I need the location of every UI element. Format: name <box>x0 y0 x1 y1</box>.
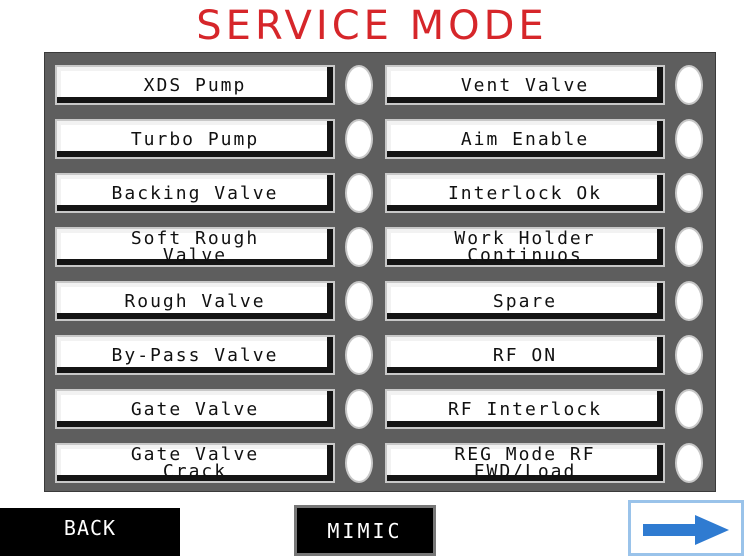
status-indicator <box>345 65 373 105</box>
status-indicator <box>345 389 373 429</box>
control-row: RF ON <box>385 331 705 385</box>
status-indicator <box>345 119 373 159</box>
turbo-pump-button[interactable]: Turbo Pump <box>55 119 335 159</box>
status-indicator <box>345 227 373 267</box>
left-column: XDS Pump Turbo Pump Backing Valve Soft R… <box>55 61 375 493</box>
control-row: Soft Rough Valve <box>55 223 375 277</box>
rf-on-button[interactable]: RF ON <box>385 335 665 375</box>
control-row: REG Mode RF FWD/Load <box>385 439 705 493</box>
aim-enable-button[interactable]: Aim Enable <box>385 119 665 159</box>
right-arrow-icon <box>643 515 729 545</box>
status-indicator <box>345 173 373 213</box>
vent-valve-button[interactable]: Vent Valve <box>385 65 665 105</box>
status-indicator <box>675 119 703 159</box>
gate-valve-crack-button[interactable]: Gate Valve Crack <box>55 443 335 483</box>
rough-valve-button[interactable]: Rough Valve <box>55 281 335 321</box>
back-button[interactable]: BACK <box>0 508 180 556</box>
control-row: Interlock Ok <box>385 169 705 223</box>
next-button[interactable] <box>628 500 744 556</box>
backing-valve-button[interactable]: Backing Valve <box>55 173 335 213</box>
status-indicator <box>675 389 703 429</box>
status-indicator <box>345 443 373 483</box>
right-column: Vent Valve Aim Enable Interlock Ok Work … <box>385 61 705 493</box>
control-row: XDS Pump <box>55 61 375 115</box>
status-indicator <box>675 65 703 105</box>
status-indicator <box>675 173 703 213</box>
control-row: Work Holder Continuos <box>385 223 705 277</box>
status-indicator <box>345 335 373 375</box>
gate-valve-button[interactable]: Gate Valve <box>55 389 335 429</box>
xds-pump-button[interactable]: XDS Pump <box>55 65 335 105</box>
status-indicator <box>675 335 703 375</box>
rf-interlock-button[interactable]: RF Interlock <box>385 389 665 429</box>
control-row: Gate Valve <box>55 385 375 439</box>
status-indicator <box>675 227 703 267</box>
control-row: Backing Valve <box>55 169 375 223</box>
control-row: Spare <box>385 277 705 331</box>
page-title: SERVICE MODE <box>196 3 548 49</box>
soft-rough-valve-button[interactable]: Soft Rough Valve <box>55 227 335 267</box>
interlock-ok-button[interactable]: Interlock Ok <box>385 173 665 213</box>
mimic-button[interactable]: MIMIC <box>294 505 436 556</box>
work-holder-continuos-button[interactable]: Work Holder Continuos <box>385 227 665 267</box>
status-indicator <box>345 281 373 321</box>
control-row: Turbo Pump <box>55 115 375 169</box>
control-row: By-Pass Valve <box>55 331 375 385</box>
control-row: Aim Enable <box>385 115 705 169</box>
status-indicator <box>675 443 703 483</box>
control-row: Rough Valve <box>55 277 375 331</box>
reg-mode-rf-button[interactable]: REG Mode RF FWD/Load <box>385 443 665 483</box>
control-row: Gate Valve Crack <box>55 439 375 493</box>
by-pass-valve-button[interactable]: By-Pass Valve <box>55 335 335 375</box>
control-panel: XDS Pump Turbo Pump Backing Valve Soft R… <box>44 52 716 492</box>
status-indicator <box>675 281 703 321</box>
control-row: Vent Valve <box>385 61 705 115</box>
spare-button[interactable]: Spare <box>385 281 665 321</box>
control-row: RF Interlock <box>385 385 705 439</box>
